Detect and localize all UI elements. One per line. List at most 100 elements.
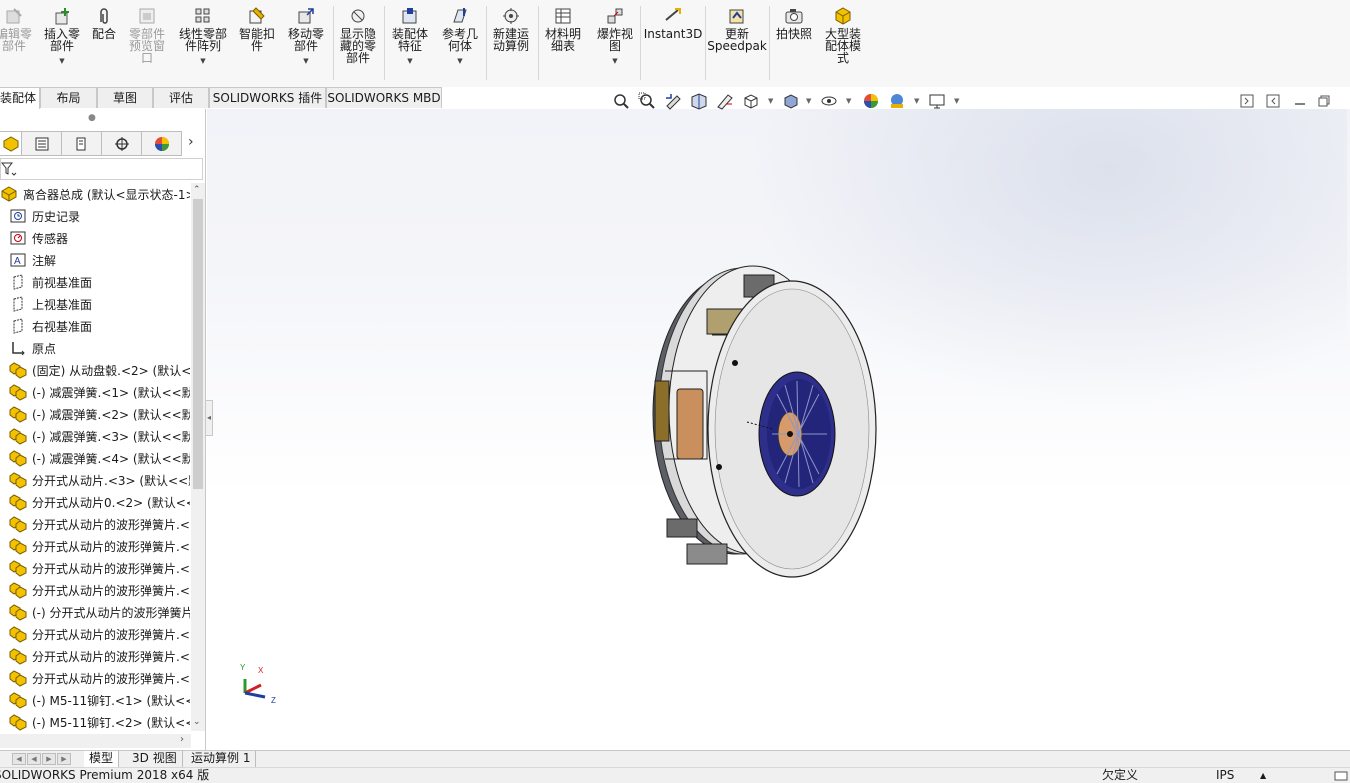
- bill-of-materials-button[interactable]: 材料明 细表: [541, 6, 585, 52]
- chevron-down-icon[interactable]: ▼: [457, 55, 462, 67]
- chevron-down-icon[interactable]: ▼: [846, 97, 851, 105]
- tree-item[interactable]: (-) 减震弹簧.<4> (默认<<默: [0, 447, 190, 469]
- tree-item[interactable]: 历史记录: [0, 205, 190, 227]
- reference-geometry-button[interactable]: 参考几 何体 ▼: [438, 6, 482, 67]
- previous-tab-icon[interactable]: ◀: [27, 753, 41, 765]
- dynamic-annotation-icon[interactable]: [716, 92, 734, 110]
- tab-evaluate[interactable]: 评估: [153, 87, 209, 108]
- tree-item[interactable]: 分开式从动片的波形弹簧片.<: [0, 667, 190, 689]
- tree-item[interactable]: 分开式从动片0.<2> (默认<<: [0, 491, 190, 513]
- tree-item[interactable]: (-) 减震弹簧.<1> (默认<<默: [0, 381, 190, 403]
- tree-horizontal-scrollbar[interactable]: ›: [0, 734, 191, 748]
- chevron-down-icon[interactable]: ▼: [954, 97, 959, 105]
- apply-scene-icon[interactable]: [888, 92, 906, 110]
- tree-item[interactable]: A 注解: [0, 249, 190, 271]
- exploded-view-button[interactable]: 爆炸视 图 ▼: [593, 6, 637, 67]
- assembly-features-button[interactable]: 装配体 特征 ▼: [388, 6, 432, 67]
- graphics-area[interactable]: Y X Z: [207, 109, 1350, 750]
- dimxpert-manager-icon[interactable]: [102, 131, 142, 156]
- chevron-right-icon[interactable]: ›: [188, 134, 194, 150]
- tab-motion-study-1[interactable]: 运动算例 1: [186, 751, 257, 767]
- update-speedpak-button[interactable]: 更新 Speedpak: [707, 6, 767, 52]
- tree-item[interactable]: (-) M5-11铆钉.<1> (默认<<: [0, 689, 190, 711]
- tab-layout[interactable]: 布局: [40, 87, 97, 108]
- new-motion-study-button[interactable]: 新建运 动算例: [488, 6, 534, 52]
- clutch-model[interactable]: [207, 109, 1350, 750]
- zoom-to-area-icon[interactable]: [638, 92, 656, 110]
- zoom-to-fit-icon[interactable]: [612, 92, 630, 110]
- tree-item[interactable]: 原点: [0, 337, 190, 359]
- chevron-up-icon[interactable]: ▲: [1260, 768, 1266, 783]
- chevron-down-icon[interactable]: ▼: [612, 55, 617, 67]
- tree-root-assembly[interactable]: 离合器总成 (默认<显示状态-1>): [0, 183, 190, 205]
- tree-item[interactable]: 分开式从动片的波形弹簧片.<: [0, 535, 190, 557]
- display-style-icon[interactable]: [782, 92, 800, 110]
- show-hidden-components-button[interactable]: 显示隐 藏的零 部件: [336, 6, 380, 64]
- featuremanager-tree-icon[interactable]: [0, 131, 22, 156]
- mate-button[interactable]: 配合: [88, 6, 120, 40]
- hide-show-items-icon[interactable]: [820, 92, 838, 110]
- view-settings-icon[interactable]: [928, 92, 946, 110]
- tree-item[interactable]: 分开式从动片的波形弹簧片.<: [0, 513, 190, 535]
- tree-item[interactable]: 分开式从动片的波形弹簧片.<: [0, 623, 190, 645]
- smart-fasteners-button[interactable]: 智能扣 件: [236, 6, 278, 52]
- chevron-up-icon[interactable]: ⌃: [193, 185, 201, 195]
- next-tab-icon[interactable]: ▶: [42, 753, 56, 765]
- chevron-down-icon[interactable]: ▼: [200, 55, 205, 67]
- first-tab-icon[interactable]: ◀: [12, 753, 26, 765]
- section-view-icon[interactable]: [690, 92, 708, 110]
- display-manager-icon[interactable]: [142, 131, 182, 156]
- customize-icon[interactable]: [1334, 770, 1348, 782]
- tab-solidworks-mbd[interactable]: SOLIDWORKS MBD: [326, 87, 442, 108]
- unit-system[interactable]: IPS: [1216, 768, 1234, 783]
- chevron-down-icon[interactable]: ▼: [914, 97, 919, 105]
- tree-item[interactable]: 分开式从动片.<3> (默认<<默: [0, 469, 190, 491]
- tree-item[interactable]: 分开式从动片的波形弹簧片.<: [0, 579, 190, 601]
- instant3d-button[interactable]: Instant3D: [644, 6, 702, 40]
- chevron-down-icon[interactable]: ⌄: [193, 717, 201, 727]
- chevron-right-icon[interactable]: ›: [180, 734, 184, 745]
- view-orientation-icon[interactable]: [742, 92, 760, 110]
- restore-pane-icon[interactable]: [1240, 94, 1254, 108]
- tree-item[interactable]: 右视基准面: [0, 315, 190, 337]
- tree-item[interactable]: (-) 减震弹簧.<3> (默认<<默: [0, 425, 190, 447]
- restore-icon[interactable]: [1317, 94, 1331, 108]
- tab-sketch[interactable]: 草图: [97, 87, 153, 108]
- tree-item[interactable]: 上视基准面: [0, 293, 190, 315]
- insert-component-button[interactable]: 插入零 部件 ▼: [40, 6, 84, 67]
- tree-item[interactable]: 分开式从动片的波形弹簧片.<: [0, 557, 190, 579]
- previous-view-icon[interactable]: [664, 92, 682, 110]
- tab-model[interactable]: 模型: [84, 751, 120, 767]
- component-preview-button[interactable]: 零部件 预览窗 口: [124, 6, 170, 64]
- tree-item[interactable]: (-) 减震弹簧.<2> (默认<<默: [0, 403, 190, 425]
- tree-item[interactable]: 传感器: [0, 227, 190, 249]
- tree-vertical-scrollbar[interactable]: ⌃ ⌄: [191, 183, 205, 731]
- take-snapshot-button[interactable]: 拍快照: [772, 6, 816, 40]
- large-assembly-mode-button[interactable]: 大型装 配体模 式: [820, 6, 866, 64]
- tab-3d-views[interactable]: 3D 视图: [127, 751, 183, 767]
- chevron-down-icon[interactable]: ▼: [407, 55, 412, 67]
- chevron-down-icon[interactable]: ▼: [303, 55, 308, 67]
- chevron-down-icon[interactable]: ▼: [59, 55, 64, 67]
- linear-pattern-button[interactable]: 线性零部 件阵列 ▼: [174, 6, 232, 67]
- tree-item[interactable]: 前视基准面: [0, 271, 190, 293]
- move-component-button[interactable]: 移动零 部件 ▼: [284, 6, 328, 67]
- tree-item[interactable]: (-) M5-11铆钉.<2> (默认<<: [0, 711, 190, 731]
- scrollbar-thumb[interactable]: [193, 199, 203, 489]
- tab-assembly[interactable]: 装配体: [0, 87, 40, 109]
- tree-item[interactable]: (-) 分开式从动片的波形弹簧片: [0, 601, 190, 623]
- edit-component-button[interactable]: 编辑零 部件: [0, 6, 34, 52]
- minimize-icon[interactable]: [1293, 94, 1307, 108]
- tree-item[interactable]: (固定) 从动盘毂.<2> (默认<<: [0, 359, 190, 381]
- chevron-down-icon[interactable]: ▼: [806, 97, 811, 105]
- chevron-down-icon[interactable]: ▼: [768, 97, 773, 105]
- maximize-pane-icon[interactable]: [1266, 94, 1280, 108]
- tree-item[interactable]: 分开式从动片的波形弹簧片.<: [0, 645, 190, 667]
- edit-appearance-icon[interactable]: [862, 92, 880, 110]
- tab-solidworks-addins[interactable]: SOLIDWORKS 插件: [209, 87, 326, 108]
- last-tab-icon[interactable]: ▶: [57, 753, 71, 765]
- panel-collapse-handle[interactable]: ◂: [205, 400, 213, 436]
- property-manager-icon[interactable]: [22, 131, 62, 156]
- panel-grip[interactable]: ●: [88, 113, 98, 123]
- tree-filter[interactable]: [0, 158, 203, 180]
